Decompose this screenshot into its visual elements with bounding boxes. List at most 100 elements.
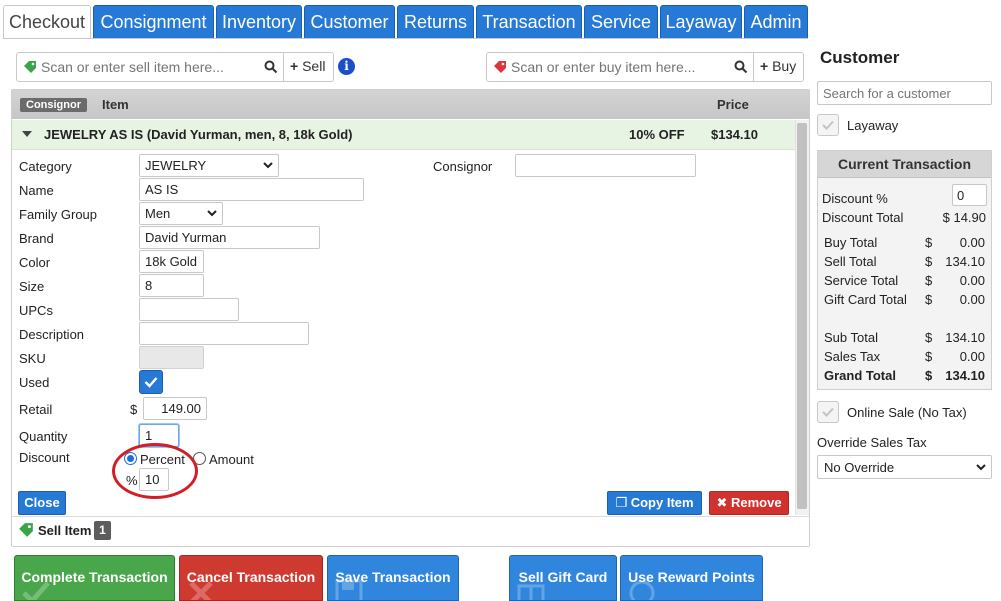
tab-divider: [3, 38, 808, 39]
sell-item-count-badge: 1: [94, 521, 111, 540]
item-price: $134.10: [711, 127, 758, 142]
item-table-header: [12, 90, 809, 119]
gift-card-total-value: 0.00: [959, 292, 985, 307]
floppy-disk-icon: [335, 579, 363, 600]
color-value: 18k Gold: [145, 254, 198, 269]
copy-item-button[interactable]: ❐ Copy Item: [607, 491, 702, 515]
family-group-label: Family Group: [19, 207, 98, 222]
main-tab-bar: Checkout Consignment Inventory Customer …: [3, 5, 808, 39]
sell-button-label: Sell: [302, 58, 326, 74]
copy-item-label: Copy Item: [630, 495, 694, 510]
sku-input: [139, 346, 204, 369]
name-label: Name: [19, 183, 54, 198]
consignor-input[interactable]: [515, 154, 696, 177]
size-input[interactable]: 8: [139, 274, 204, 297]
sell-button[interactable]: + Sell: [283, 52, 335, 82]
item-scrollbar-thumb[interactable]: [797, 123, 807, 509]
tab-inventory[interactable]: Inventory: [216, 5, 302, 39]
use-reward-points-button[interactable]: Use Reward Points: [620, 555, 763, 601]
discount-total-label: Discount Total: [822, 210, 904, 225]
customer-search-input[interactable]: [817, 81, 992, 105]
buy-button[interactable]: + Buy: [753, 52, 805, 82]
reward-icon: [629, 580, 655, 600]
checkmark-icon: [822, 120, 834, 130]
category-value: JEWELRY: [145, 158, 207, 173]
sell-scan-input[interactable]: [39, 57, 259, 77]
quantity-label: Quantity: [19, 429, 68, 444]
chevron-down-icon: [207, 210, 217, 217]
discount-pct-label: Discount %: [822, 191, 888, 206]
cancel-transaction-button[interactable]: Cancel Transaction: [179, 555, 323, 601]
sales-tax-currency: $: [925, 349, 933, 364]
search-icon[interactable]: [264, 60, 278, 74]
layaway-checkbox[interactable]: [817, 114, 839, 136]
name-value: AS IS: [145, 182, 179, 197]
description-label: Description: [19, 327, 85, 342]
item-title: JEWELRY AS IS (David Yurman, men, 8, 18k…: [44, 127, 353, 142]
retail-value: 149.00: [161, 401, 201, 416]
customer-title: Customer: [820, 48, 900, 67]
info-icon[interactable]: i: [338, 58, 355, 75]
family-group-value: Men: [145, 206, 171, 221]
sell-total-currency: $: [925, 254, 933, 269]
discount-pct-input[interactable]: 0: [952, 184, 987, 206]
remove-button[interactable]: ✖ Remove: [709, 491, 789, 515]
name-input[interactable]: AS IS: [139, 178, 364, 201]
item-column-header: Item: [102, 97, 129, 112]
buy-total-label: Buy Total: [824, 235, 878, 250]
online-sale-label: Online Sale (No Tax): [847, 405, 967, 420]
description-input[interactable]: [139, 322, 309, 345]
service-total-value: 0.00: [959, 273, 985, 288]
sell-gift-card-button[interactable]: Sell Gift Card: [509, 555, 617, 601]
collapse-caret-icon[interactable]: [22, 131, 32, 137]
remove-label: Remove: [730, 495, 782, 510]
sub-total-currency: $: [925, 330, 933, 345]
current-transaction-heading: Current Transaction: [818, 151, 991, 178]
sell-tag-icon: [24, 61, 36, 73]
tab-consignment[interactable]: Consignment: [93, 5, 214, 39]
brand-label: Brand: [19, 231, 54, 246]
brand-input[interactable]: David Yurman: [139, 226, 320, 249]
used-checkbox[interactable]: [139, 370, 163, 394]
override-sales-tax-value: No Override: [824, 460, 895, 475]
sales-tax-value: 0.00: [959, 349, 985, 364]
sub-total-value: 134.10: [945, 330, 985, 345]
color-label: Color: [19, 255, 51, 270]
checkmark-icon: [144, 377, 158, 388]
close-button[interactable]: Close: [18, 491, 66, 515]
buy-scan-input[interactable]: [509, 57, 729, 77]
category-select[interactable]: JEWELRY: [139, 154, 279, 177]
override-sales-tax-select[interactable]: No Override: [817, 455, 992, 479]
sell-item-label: Sell Item: [38, 523, 92, 538]
sell-total-value: 134.10: [945, 254, 985, 269]
family-group-select[interactable]: Men: [139, 202, 223, 225]
tab-admin[interactable]: Admin: [744, 5, 808, 39]
discount-pct-value: 0: [957, 188, 965, 203]
upcs-input[interactable]: [139, 298, 239, 321]
save-transaction-button[interactable]: Save Transaction: [327, 555, 459, 601]
tab-transaction[interactable]: Transaction: [476, 5, 582, 39]
buy-scan-group: + Buy: [486, 52, 804, 82]
tab-returns[interactable]: Returns: [397, 5, 474, 39]
tab-customer[interactable]: Customer: [304, 5, 395, 39]
sales-tax-label: Sales Tax: [824, 349, 881, 364]
plus-icon: +: [760, 58, 769, 74]
buy-total-currency: $: [925, 235, 933, 250]
annotation-circle: [112, 443, 198, 499]
layaway-label: Layaway: [847, 118, 899, 133]
sku-label: SKU: [19, 351, 46, 366]
gift-card-total-currency: $: [925, 292, 933, 307]
tab-layaway[interactable]: Layaway: [660, 5, 742, 39]
color-input[interactable]: 18k Gold: [139, 250, 204, 273]
check-icon: [22, 581, 50, 600]
service-total-currency: $: [925, 273, 933, 288]
complete-transaction-button[interactable]: Complete Transaction: [14, 555, 175, 601]
tab-service[interactable]: Service: [584, 5, 658, 39]
tab-checkout[interactable]: Checkout: [3, 5, 91, 39]
buy-tag-icon: [494, 61, 506, 73]
search-icon[interactable]: [734, 60, 748, 74]
retail-input[interactable]: 149.00: [143, 397, 207, 420]
upcs-label: UPCs: [19, 303, 53, 318]
sub-total-label: Sub Total: [824, 330, 878, 345]
online-sale-checkbox[interactable]: [817, 401, 839, 423]
